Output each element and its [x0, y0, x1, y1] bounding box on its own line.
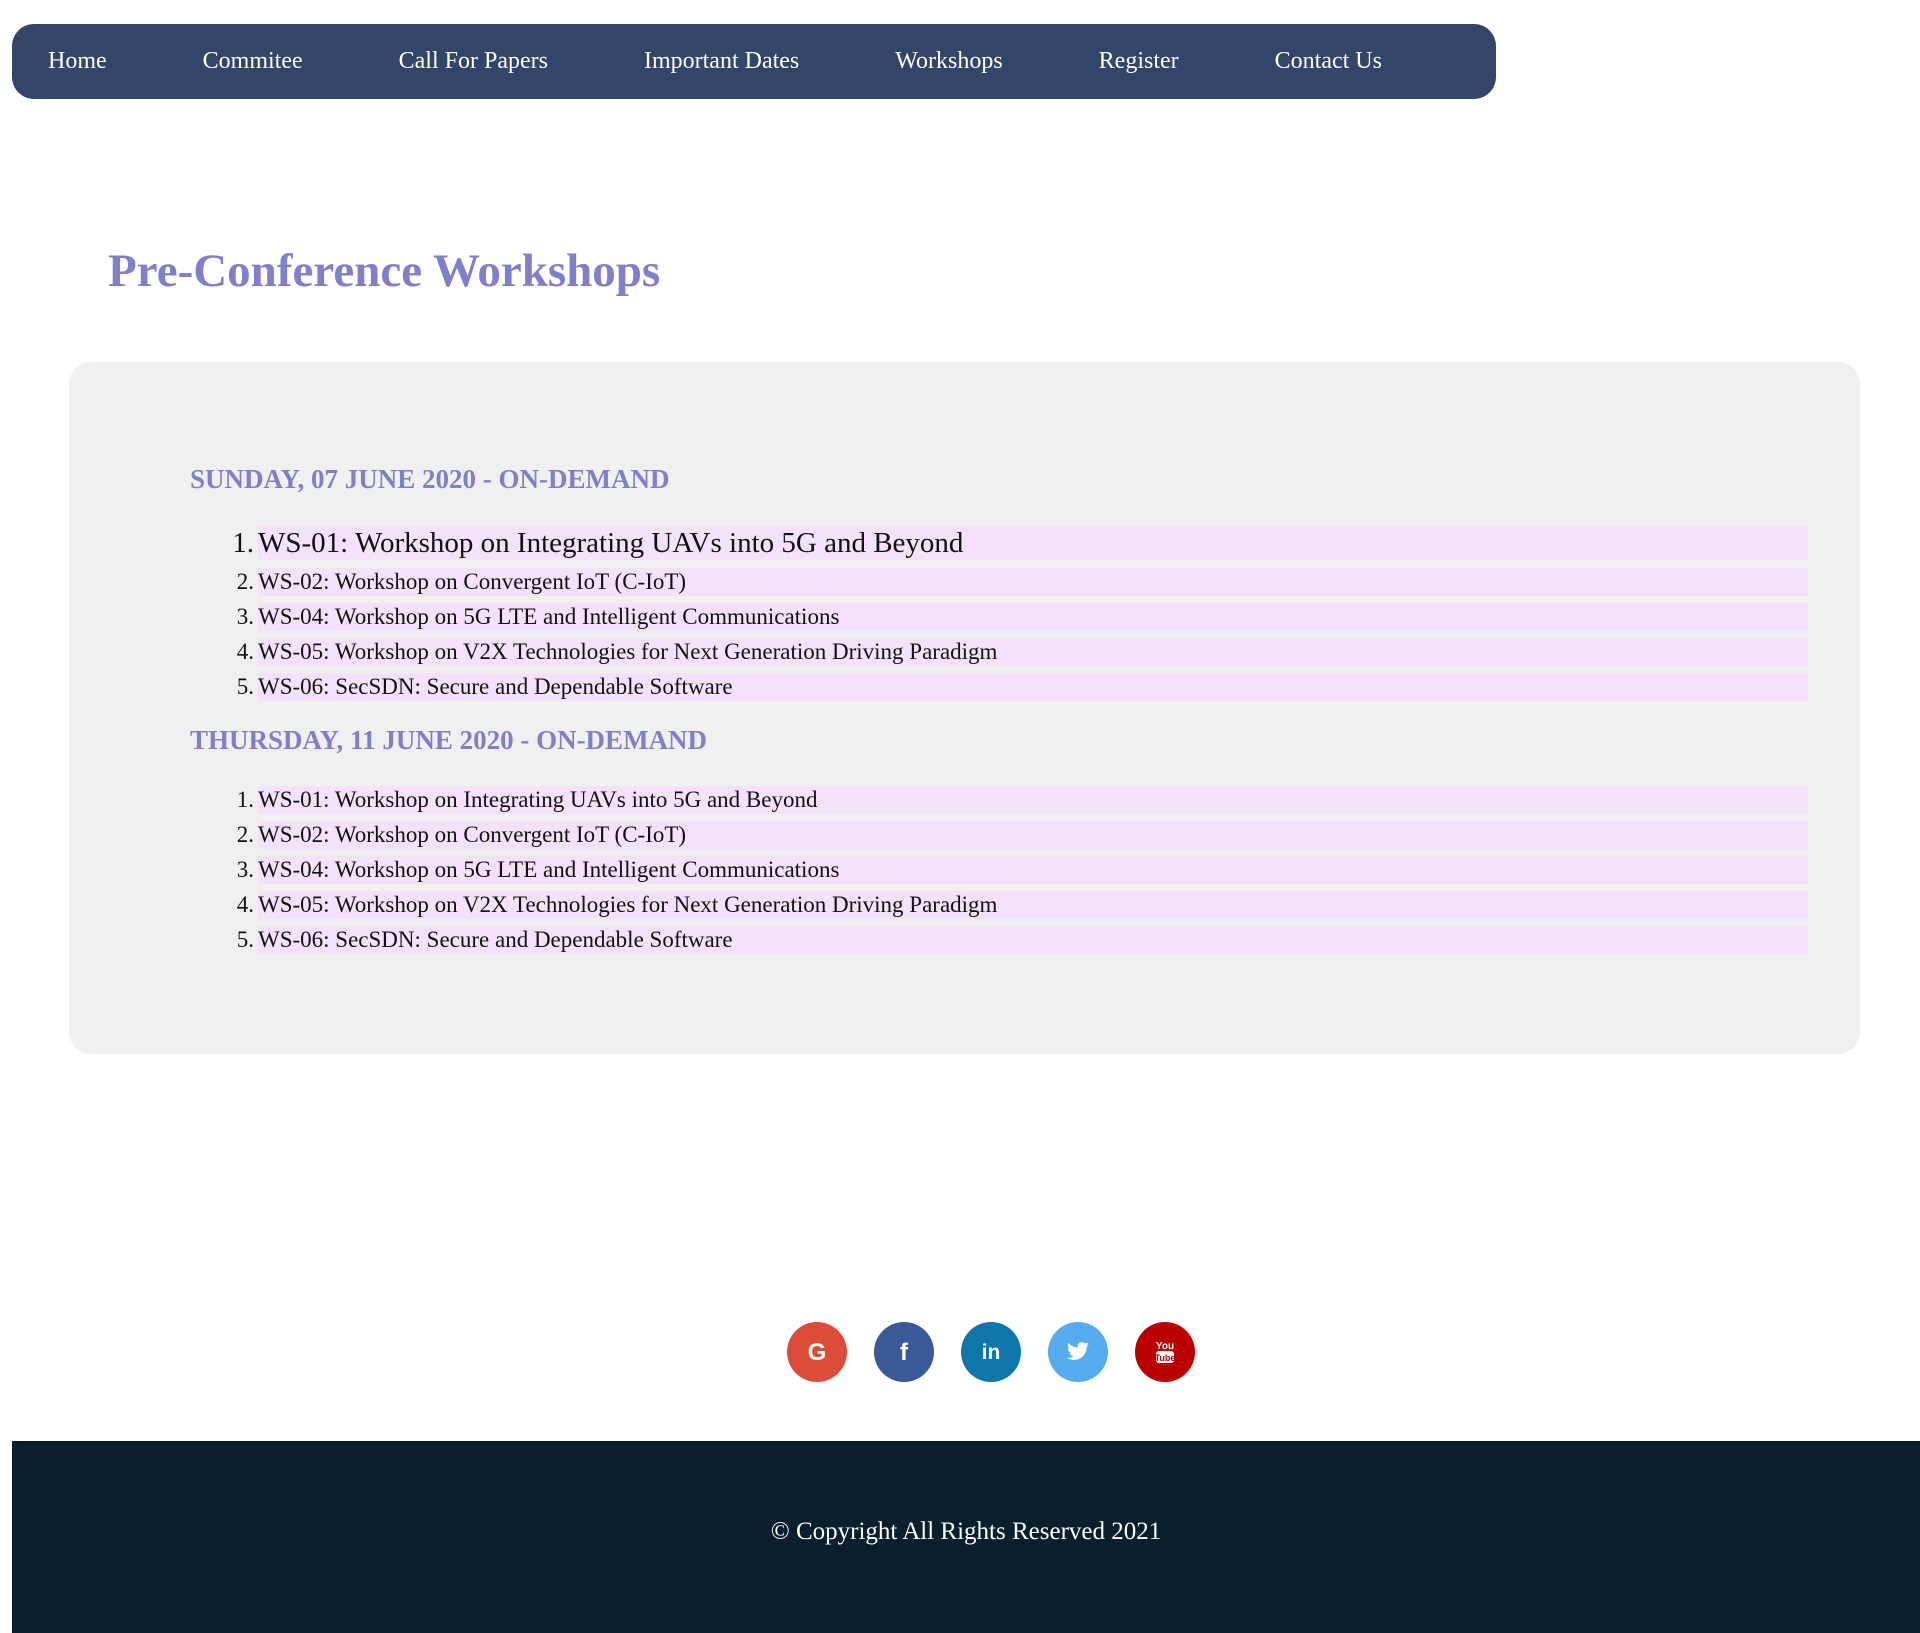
- workshop-title: WS-01: Workshop on Integrating UAVs into…: [258, 787, 818, 812]
- main-nav: Home Commitee Call For Papers Important …: [12, 24, 1496, 99]
- footer: © Copyright All Rights Reserved 2021: [12, 1441, 1920, 1633]
- workshop-title: WS-04: Workshop on 5G LTE and Intelligen…: [258, 857, 840, 882]
- nav-register[interactable]: Register: [1099, 48, 1179, 75]
- workshop-list-sunday: 1. WS-01: Workshop on Integrating UAVs in…: [232, 526, 1808, 708]
- workshop-title: WS-05: Workshop on V2X Technologies for …: [258, 639, 998, 664]
- facebook-link[interactable]: f: [874, 1322, 934, 1382]
- list-number: 4.: [236, 639, 254, 664]
- workshop-list-thursday: 1. WS-01: Workshop on Integrating UAVs in…: [237, 786, 1808, 961]
- list-item[interactable]: 1. WS-01: Workshop on Integrating UAVs in…: [237, 786, 1808, 814]
- svg-text:Tube: Tube: [1155, 1353, 1176, 1363]
- list-item[interactable]: 3. WS-04: Workshop on 5G LTE and Intellig…: [237, 856, 1808, 884]
- svg-text:You: You: [1156, 1341, 1174, 1352]
- day-heading-sunday: SUNDAY, 07 JUNE 2020 - ON-DEMAND: [190, 464, 670, 494]
- google-icon: G: [808, 1339, 827, 1365]
- workshop-title: WS-06: SecSDN: Secure and Dependable Sof…: [258, 674, 733, 699]
- workshop-title: WS-05: Workshop on V2X Technologies for …: [258, 892, 998, 917]
- social-links: G f in You Tube: [787, 1322, 1195, 1382]
- twitter-link[interactable]: [1048, 1322, 1108, 1382]
- nav-home[interactable]: Home: [48, 48, 107, 75]
- twitter-icon: [1067, 1342, 1089, 1360]
- list-number: 4.: [236, 892, 254, 917]
- nav-commitee[interactable]: Commitee: [203, 48, 303, 75]
- svg-text:in: in: [982, 1341, 1001, 1364]
- day-heading-thursday: THURSDAY, 11 JUNE 2020 - ON-DEMAND: [190, 725, 708, 755]
- list-number: 3.: [236, 857, 254, 882]
- page-title: Pre-Conference Workshops: [108, 245, 661, 297]
- list-item[interactable]: 2. WS-02: Workshop on Convergent IoT (C-I…: [237, 568, 1808, 596]
- list-item[interactable]: 1. WS-01: Workshop on Integrating UAVs in…: [232, 526, 1808, 560]
- list-number: 1.: [232, 527, 254, 559]
- svg-text:G: G: [808, 1339, 827, 1365]
- facebook-icon: f: [900, 1339, 909, 1365]
- list-item[interactable]: 4. WS-05: Workshop on V2X Technologies fo…: [237, 891, 1808, 919]
- workshop-title: WS-06: SecSDN: Secure and Dependable Sof…: [258, 927, 733, 952]
- google-link[interactable]: G: [787, 1322, 847, 1382]
- linkedin-icon: in: [982, 1341, 1001, 1364]
- nav-workshops[interactable]: Workshops: [895, 48, 1002, 75]
- nav-important-dates[interactable]: Important Dates: [644, 48, 799, 75]
- linkedin-link[interactable]: in: [961, 1322, 1021, 1382]
- nav-contact-us[interactable]: Contact Us: [1275, 48, 1382, 75]
- svg-text:f: f: [900, 1339, 909, 1365]
- list-number: 5.: [236, 927, 254, 952]
- list-number: 3.: [236, 604, 254, 629]
- workshop-title: WS-02: Workshop on Convergent IoT (C-IoT…: [258, 569, 687, 594]
- youtube-icon: You Tube: [1155, 1341, 1176, 1363]
- list-item[interactable]: 5. WS-06: SecSDN: Secure and Dependable S…: [237, 673, 1808, 701]
- copyright-text: © Copyright All Rights Reserved 2021: [770, 1518, 1162, 1545]
- list-number: 2.: [236, 569, 254, 594]
- list-item[interactable]: 3. WS-04: Workshop on 5G LTE and Intellig…: [237, 603, 1808, 631]
- workshop-title: WS-04: Workshop on 5G LTE and Intelligen…: [258, 604, 840, 629]
- youtube-link[interactable]: You Tube: [1135, 1322, 1195, 1382]
- list-item[interactable]: 4. WS-05: Workshop on V2X Technologies fo…: [237, 638, 1808, 666]
- list-number: 1.: [236, 787, 254, 812]
- workshop-title: WS-01: Workshop on Integrating UAVs into…: [258, 527, 964, 559]
- list-item[interactable]: 5. WS-06: SecSDN: Secure and Dependable S…: [237, 926, 1808, 954]
- list-number: 2.: [236, 822, 254, 847]
- list-number: 5.: [236, 674, 254, 699]
- workshop-title: WS-02: Workshop on Convergent IoT (C-IoT…: [258, 822, 687, 847]
- nav-call-for-papers[interactable]: Call For Papers: [399, 48, 548, 75]
- list-item[interactable]: 2. WS-02: Workshop on Convergent IoT (C-I…: [237, 821, 1808, 849]
